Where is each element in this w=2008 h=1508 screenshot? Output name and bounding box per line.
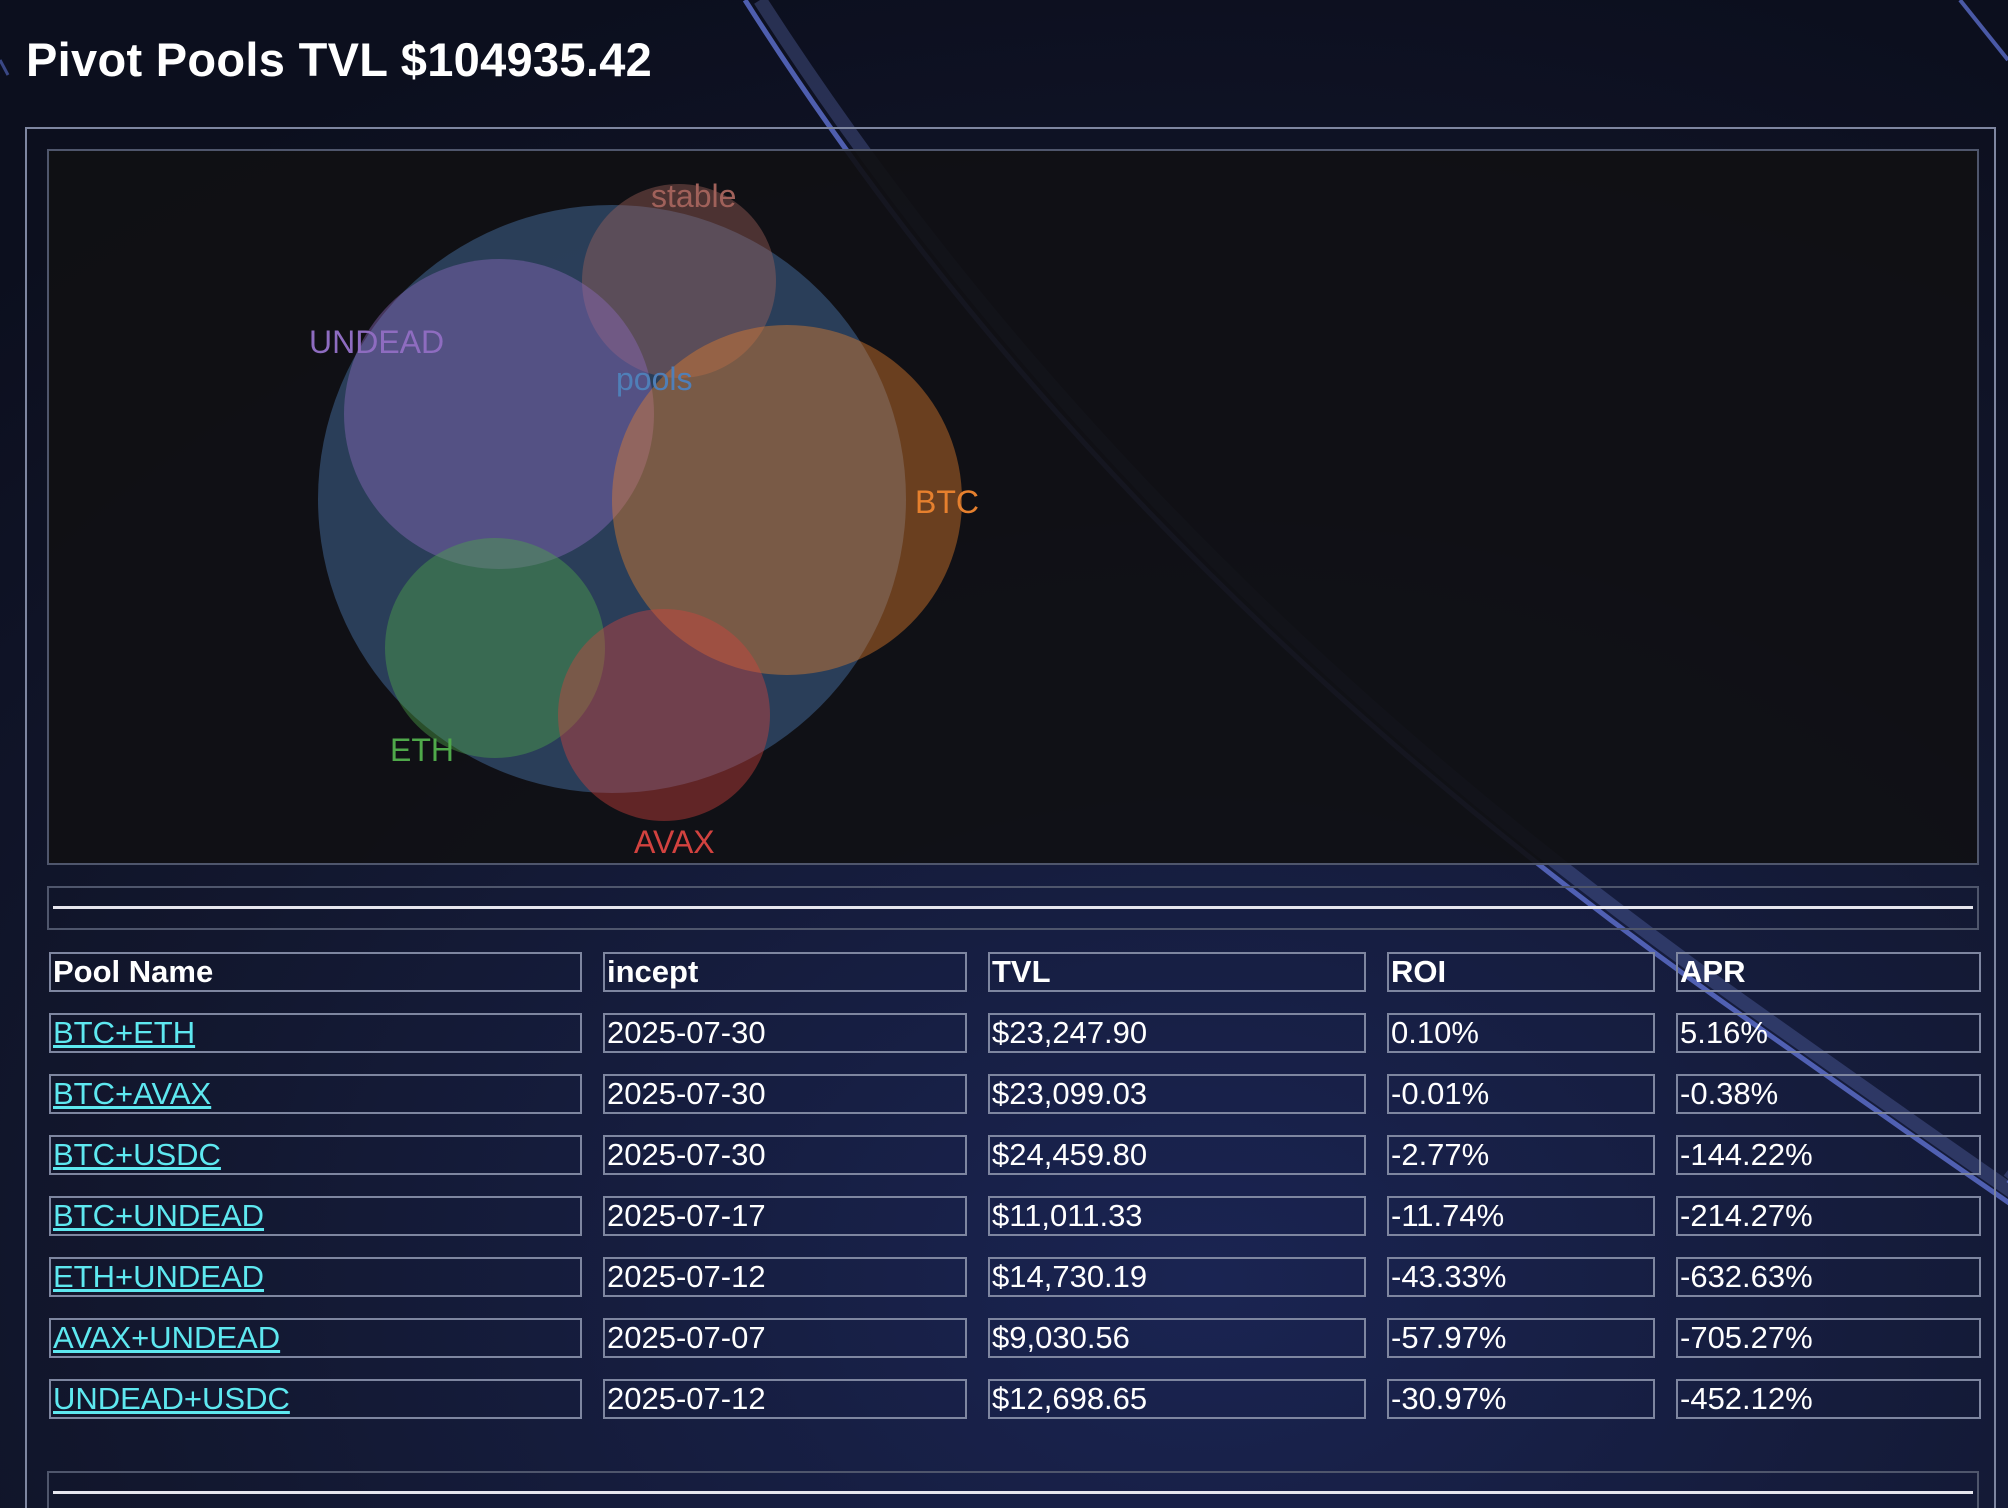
incept-cell: 2025-07-30 (603, 1135, 967, 1175)
incept-cell: 2025-07-12 (603, 1379, 967, 1419)
separator-bottom (47, 1471, 1979, 1508)
roi-cell: -11.74% (1387, 1196, 1655, 1236)
bubble-chart-svg: stable UNDEAD pools BTC ETH AVAX (309, 178, 979, 860)
roi-cell: -43.33% (1387, 1257, 1655, 1297)
pool-link[interactable]: ETH+UNDEAD (53, 1259, 264, 1294)
pool-link[interactable]: BTC+AVAX (53, 1076, 211, 1111)
incept-cell: 2025-07-07 (603, 1318, 967, 1358)
column-header-pool-name: Pool Name (49, 952, 582, 992)
pool-name-cell: BTC+ETH (49, 1013, 582, 1053)
page-title: Pivot Pools TVL $104935.42 (26, 33, 653, 86)
tvl-cell: $9,030.56 (988, 1318, 1366, 1358)
table-row: BTC+USDC 2025-07-30 $24,459.80 -2.77% -1… (49, 1135, 1981, 1175)
roi-cell: -30.97% (1387, 1379, 1655, 1419)
column-header-roi: ROI (1387, 952, 1655, 992)
bubble-label-pools: pools (616, 361, 693, 397)
tvl-cell: $14,730.19 (988, 1257, 1366, 1297)
roi-cell: 0.10% (1387, 1013, 1655, 1053)
bubble-chart: stable UNDEAD pools BTC ETH AVAX (47, 149, 1979, 865)
tvl-cell: $24,459.80 (988, 1135, 1366, 1175)
table-row: BTC+ETH 2025-07-30 $23,247.90 0.10% 5.16… (49, 1013, 1981, 1053)
roi-cell: -57.97% (1387, 1318, 1655, 1358)
tvl-cell: $23,099.03 (988, 1074, 1366, 1114)
table-row: ETH+UNDEAD 2025-07-12 $14,730.19 -43.33%… (49, 1257, 1981, 1297)
column-header-tvl: TVL (988, 952, 1366, 992)
pool-link[interactable]: BTC+ETH (53, 1015, 195, 1050)
bubble-avax (558, 609, 770, 821)
table-row: UNDEAD+USDC 2025-07-12 $12,698.65 -30.97… (49, 1379, 1981, 1419)
apr-cell: -632.63% (1676, 1257, 1981, 1297)
pool-name-cell: BTC+AVAX (49, 1074, 582, 1114)
roi-cell: -2.77% (1387, 1135, 1655, 1175)
bubble-label-stable: stable (651, 178, 736, 214)
table-row: BTC+AVAX 2025-07-30 $23,099.03 -0.01% -0… (49, 1074, 1981, 1114)
apr-cell: -705.27% (1676, 1318, 1981, 1358)
pool-name-cell: BTC+USDC (49, 1135, 582, 1175)
apr-cell: 5.16% (1676, 1013, 1981, 1053)
tvl-cell: $11,011.33 (988, 1196, 1366, 1236)
incept-cell: 2025-07-12 (603, 1257, 967, 1297)
incept-cell: 2025-07-30 (603, 1013, 967, 1053)
table-row: AVAX+UNDEAD 2025-07-07 $9,030.56 -57.97%… (49, 1318, 1981, 1358)
pool-name-cell: ETH+UNDEAD (49, 1257, 582, 1297)
apr-cell: -0.38% (1676, 1074, 1981, 1114)
pool-link[interactable]: UNDEAD+USDC (53, 1381, 290, 1416)
tvl-cell: $12,698.65 (988, 1379, 1366, 1419)
tvl-cell: $23,247.90 (988, 1013, 1366, 1053)
table-row: BTC+UNDEAD 2025-07-17 $11,011.33 -11.74%… (49, 1196, 1981, 1236)
pool-link[interactable]: AVAX+UNDEAD (53, 1320, 280, 1355)
divider (53, 906, 1973, 909)
column-header-incept: incept (603, 952, 967, 992)
bubble-label-undead: UNDEAD (309, 324, 444, 360)
table-header-row: Pool Name incept TVL ROI APR (49, 952, 1981, 992)
apr-cell: -452.12% (1676, 1379, 1981, 1419)
column-header-apr: APR (1676, 952, 1981, 992)
bubble-undead (344, 259, 654, 569)
pool-name-cell: AVAX+UNDEAD (49, 1318, 582, 1358)
pool-name-cell: BTC+UNDEAD (49, 1196, 582, 1236)
divider (53, 1491, 1973, 1494)
bubble-label-avax: AVAX (634, 824, 715, 860)
apr-cell: -144.22% (1676, 1135, 1981, 1175)
bubble-label-eth: ETH (390, 732, 454, 768)
bubble-label-btc: BTC (915, 484, 979, 520)
pool-link[interactable]: BTC+UNDEAD (53, 1198, 264, 1233)
pool-link[interactable]: BTC+USDC (53, 1137, 221, 1172)
pool-name-cell: UNDEAD+USDC (49, 1379, 582, 1419)
apr-cell: -214.27% (1676, 1196, 1981, 1236)
incept-cell: 2025-07-17 (603, 1196, 967, 1236)
roi-cell: -0.01% (1387, 1074, 1655, 1114)
separator-top (47, 886, 1979, 930)
pools-table: Pool Name incept TVL ROI APR BTC+ETH 202… (28, 931, 2002, 1440)
incept-cell: 2025-07-30 (603, 1074, 967, 1114)
